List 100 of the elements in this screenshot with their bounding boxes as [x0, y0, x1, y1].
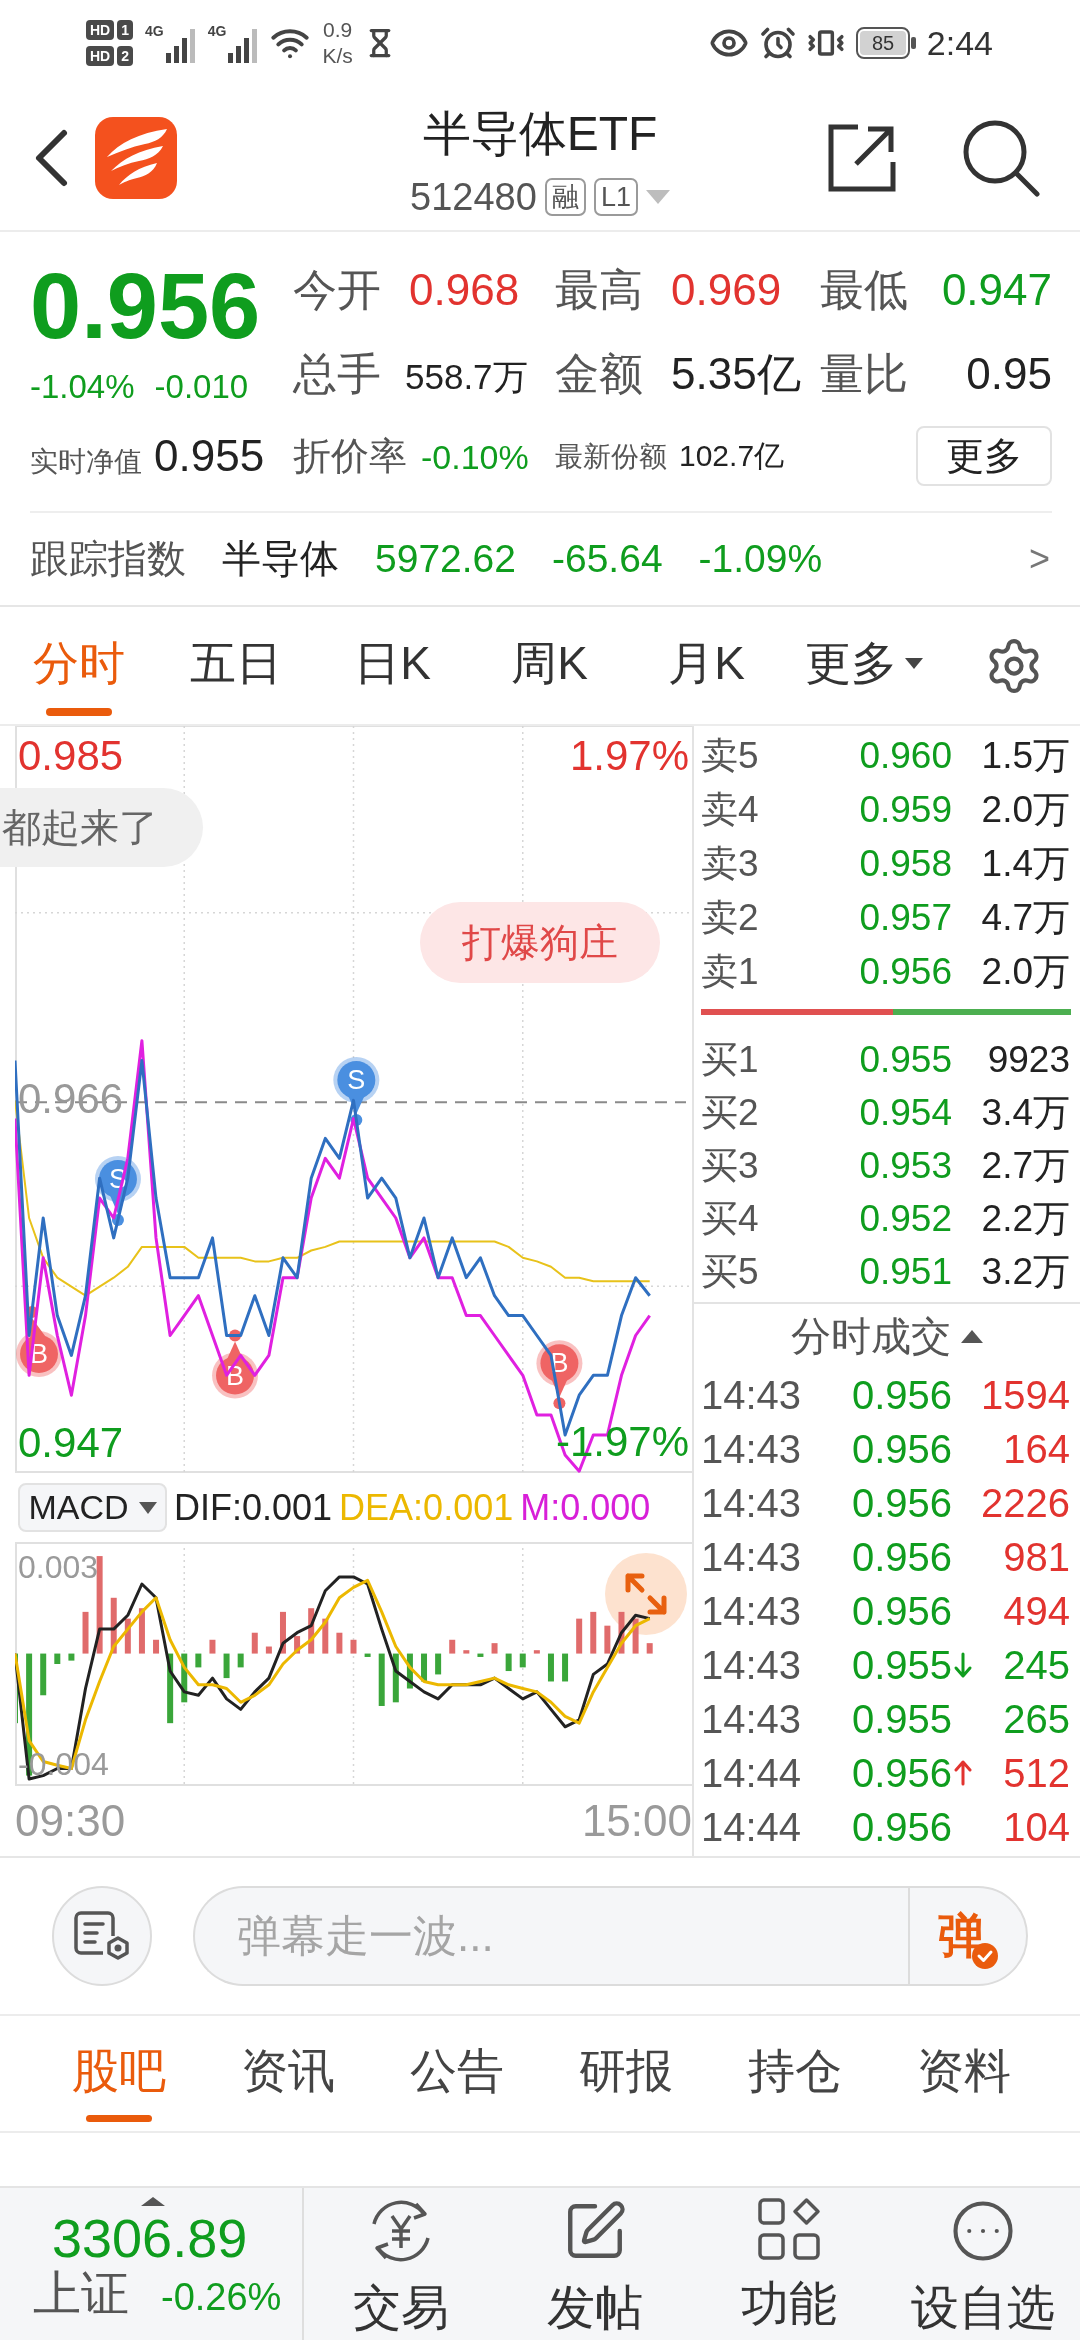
- status-time: 2:44: [926, 23, 993, 63]
- indicator-value: M:0.000: [520, 1486, 651, 1529]
- index-name: 半导体: [222, 536, 339, 582]
- danmaku-comment: 打爆狗庄: [420, 902, 660, 983]
- trade-volume: 1594: [981, 1372, 1070, 1418]
- order-level-label: 卖3: [701, 842, 760, 886]
- price-axis-label: 0.947: [18, 1418, 124, 1466]
- stat-value: 558.7万: [405, 355, 528, 398]
- trade-price: 0.955: [851, 1696, 952, 1742]
- stat-label: 量比: [820, 347, 908, 400]
- trade-time: 14:43: [701, 1642, 802, 1688]
- stock-title: 半导体ETF: [422, 107, 658, 161]
- trade-time: 14:43: [701, 1534, 802, 1580]
- trade-volume: 494: [1003, 1588, 1070, 1634]
- stock-code: 512480: [410, 175, 537, 219]
- trade-price: 0.956: [851, 1480, 952, 1526]
- speed-unit: K/s: [322, 43, 353, 69]
- trade-volume: 265: [1003, 1696, 1070, 1742]
- trade-price: 0.956: [851, 1534, 952, 1580]
- order-level-label: 卖1: [701, 950, 760, 994]
- time-axis-label: 09:30: [15, 1798, 126, 1844]
- time-axis-label: 15:00: [581, 1798, 692, 1844]
- stat-value: 0.969: [671, 264, 782, 315]
- order-level-label: 买4: [701, 1196, 760, 1241]
- order-price: 0.954: [859, 1091, 952, 1134]
- danmaku-comment: 都起来了: [0, 788, 203, 867]
- order-volume: 2.0万: [981, 788, 1070, 832]
- order-level-label: 买1: [701, 1037, 760, 1082]
- index-change-percent: -1.09%: [698, 537, 823, 581]
- trade-time: 14:43: [701, 1696, 802, 1742]
- order-volume: 4.7万: [981, 896, 1070, 940]
- order-volume: 9923: [987, 1038, 1070, 1081]
- indicator-value: DIF:0.001: [174, 1486, 333, 1529]
- stat-value: 5.35亿: [671, 347, 801, 400]
- network-speed: 0.9: [322, 17, 353, 43]
- trade-price: 0.956: [851, 1372, 952, 1418]
- order-price: 0.960: [859, 735, 952, 777]
- trade-time: 14:44: [701, 1804, 802, 1850]
- trade-time: 14:43: [701, 1426, 802, 1472]
- market-tag: 融: [544, 178, 586, 216]
- trade-volume: 164: [1003, 1426, 1070, 1472]
- stat-label: 今开: [293, 263, 381, 316]
- stat-label: 折价率: [293, 433, 407, 479]
- order-level-label: 买5: [701, 1249, 760, 1294]
- trade-volume: 245: [1003, 1642, 1070, 1688]
- trade-price: 0.955: [851, 1642, 952, 1688]
- price-axis-label: 0.985: [18, 731, 124, 779]
- market-index-name: 上证: [33, 2267, 129, 2321]
- trade-time: 14:44: [701, 1750, 802, 1796]
- market-index-change: -0.26%: [161, 2276, 282, 2319]
- stat-value: 0.95: [966, 348, 1052, 399]
- network-type: 4G: [207, 23, 227, 39]
- sim-label: HD: [86, 20, 115, 40]
- sim-label: HD: [86, 46, 115, 66]
- stat-label: 最新份额: [555, 439, 667, 474]
- order-volume: 2.0万: [981, 950, 1070, 994]
- trade-price: 0.956: [851, 1804, 952, 1850]
- index-change: -65.64: [552, 537, 663, 581]
- trades-title: 分时成交: [791, 1312, 951, 1360]
- network-type: 4G: [145, 23, 164, 39]
- market-index-value: 3306.89: [52, 2209, 249, 2267]
- trade-volume: 104: [1003, 1804, 1070, 1850]
- order-level-label: 卖2: [701, 896, 760, 940]
- stat-value: 0.947: [941, 264, 1052, 315]
- order-level-label: 买2: [701, 1090, 760, 1135]
- stat-label: 金额: [555, 347, 643, 400]
- order-volume: 1.4万: [981, 842, 1070, 886]
- stat-label: 实时净值: [30, 445, 142, 479]
- order-price: 0.956: [859, 951, 952, 993]
- sim-slot: 2: [117, 46, 134, 66]
- indicator-value: DEA:0.001: [339, 1486, 514, 1529]
- stat-value: -0.10%: [421, 437, 529, 477]
- order-price: 0.955: [859, 1038, 952, 1081]
- order-price: 0.959: [859, 789, 952, 831]
- last-price: 0.956: [30, 256, 262, 356]
- order-price: 0.951: [859, 1250, 952, 1293]
- order-volume: 2.7万: [981, 1143, 1070, 1188]
- change-percent: -1.04%: [30, 367, 135, 407]
- trade-price: 0.956: [851, 1750, 952, 1796]
- order-price: 0.958: [859, 843, 952, 885]
- order-level-label: 买3: [701, 1143, 760, 1188]
- stat-value: 0.968: [409, 264, 520, 315]
- order-volume: 3.4万: [981, 1090, 1070, 1135]
- sim-slot: 1: [117, 20, 134, 40]
- trade-volume: 2226: [981, 1480, 1070, 1526]
- order-volume: 1.5万: [981, 734, 1070, 778]
- trade-time: 14:43: [701, 1372, 802, 1418]
- trade-time: 14:43: [701, 1588, 802, 1634]
- tracking-label: 跟踪指数: [30, 536, 186, 582]
- trade-volume: 512: [1003, 1750, 1070, 1796]
- order-price: 0.952: [859, 1197, 952, 1240]
- order-volume: 3.2万: [981, 1249, 1070, 1294]
- order-price: 0.953: [859, 1144, 952, 1187]
- stat-value: 102.7亿: [679, 437, 785, 474]
- stat-label: 总手: [293, 347, 381, 400]
- market-tag: L1: [593, 178, 638, 216]
- change-amount: -0.010: [154, 367, 249, 407]
- stat-value: 0.955: [154, 431, 265, 481]
- order-price: 0.957: [859, 897, 952, 939]
- order-level-label: 卖4: [701, 788, 760, 832]
